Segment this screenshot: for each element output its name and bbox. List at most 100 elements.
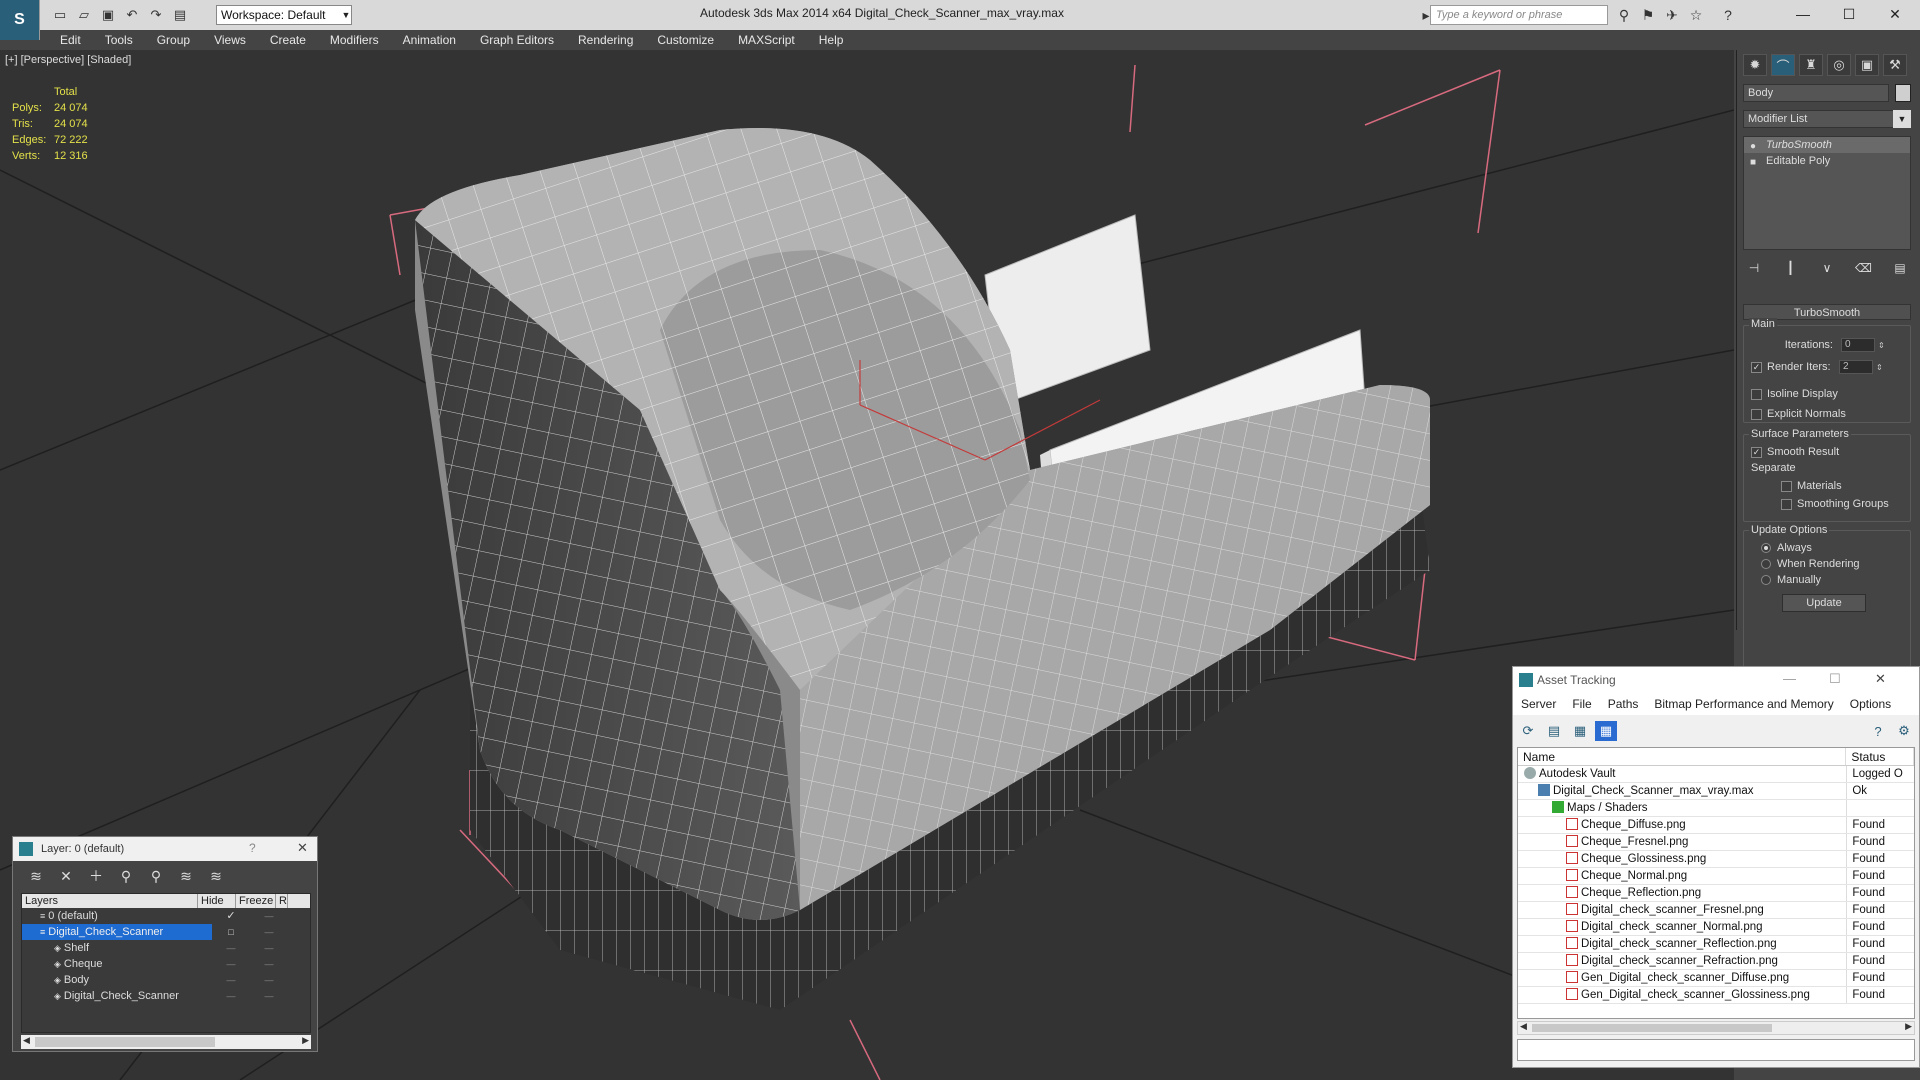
render-iters-checkbox[interactable]: ✓ <box>1751 361 1762 373</box>
list-view-icon[interactable]: ▤ <box>1543 721 1565 741</box>
make-unique-icon[interactable]: ∨ <box>1816 258 1838 278</box>
asset-row[interactable]: Digital_check_scanner_Normal.png Found <box>1518 919 1914 936</box>
hierarchy-tab-icon[interactable]: ♜ <box>1799 54 1823 76</box>
layer-panel-titlebar[interactable]: Layer: 0 (default) <box>13 837 317 861</box>
menu-views[interactable]: Views <box>202 30 258 50</box>
column-hide[interactable]: Hide <box>198 894 236 908</box>
chevron-right-icon[interactable]: ▶ <box>302 1035 309 1046</box>
pin-stack-icon[interactable]: ⊣ <box>1743 258 1765 278</box>
hide-toggle[interactable]: — <box>212 972 250 988</box>
project-folder-icon[interactable]: ▤ <box>170 5 190 25</box>
stack-item-editable-poly[interactable]: ■ Editable Poly <box>1744 153 1910 169</box>
menu-bitmap-performance[interactable]: Bitmap Performance and Memory <box>1646 697 1841 711</box>
delete-layer-icon[interactable]: ✕ <box>51 865 81 887</box>
hide-toggle[interactable]: — <box>212 940 250 956</box>
motion-tab-icon[interactable]: ◎ <box>1827 54 1851 76</box>
app-logo-icon[interactable]: S <box>0 0 40 40</box>
menu-options[interactable]: Options <box>1842 697 1899 711</box>
help-icon[interactable]: ? <box>1718 6 1738 24</box>
smoothing-groups-checkbox[interactable] <box>1781 498 1792 510</box>
layer-row[interactable]: ◈ Shelf — — <box>22 940 310 956</box>
menu-server[interactable]: Server <box>1513 697 1564 711</box>
freeze-toggle[interactable]: — <box>250 940 288 956</box>
chevron-right-icon[interactable]: ▶ <box>1905 1021 1912 1032</box>
asset-row[interactable]: Cheque_Fresnel.png Found <box>1518 834 1914 851</box>
menu-edit[interactable]: Edit <box>48 30 93 50</box>
hide-toggle[interactable]: — <box>212 956 250 972</box>
add-layer-icon[interactable]: ＋ <box>81 865 111 887</box>
scrollbar-thumb[interactable] <box>35 1037 215 1047</box>
asset-row[interactable]: Gen_Digital_check_scanner_Glossiness.png… <box>1518 987 1914 1004</box>
hide-toggle[interactable]: □ <box>212 924 250 940</box>
menu-help[interactable]: Help <box>807 30 856 50</box>
menu-maxscript[interactable]: MAXScript <box>726 30 807 50</box>
layer-row[interactable]: ≡ Digital_Check_Scanner □ — <box>22 924 310 940</box>
configure-sets-icon[interactable]: ▤ <box>1889 258 1911 278</box>
scrollbar-thumb[interactable] <box>1532 1024 1772 1032</box>
search-input[interactable]: Type a keyword or phrase <box>1430 5 1608 25</box>
menu-paths[interactable]: Paths <box>1600 697 1647 711</box>
explicit-normals-checkbox[interactable] <box>1751 408 1762 420</box>
modify-tab-icon[interactable]: ⌒ <box>1771 54 1795 76</box>
menu-file[interactable]: File <box>1564 697 1599 711</box>
asset-row[interactable]: Digital_Check_Scanner_max_vray.max Ok <box>1518 783 1914 800</box>
column-layers[interactable]: Layers <box>22 894 198 908</box>
spinner-arrows-icon[interactable]: ⇕ <box>1878 341 1885 350</box>
chevron-down-icon[interactable]: ▼ <box>340 5 352 25</box>
chevron-down-icon[interactable]: ▼ <box>1893 110 1911 128</box>
iterations-spinner[interactable]: 0 <box>1841 338 1875 352</box>
asset-horizontal-scrollbar[interactable]: ◀ ▶ <box>1517 1021 1915 1035</box>
asset-row[interactable]: Maps / Shaders <box>1518 800 1914 817</box>
update-button[interactable]: Update <box>1782 594 1866 612</box>
asset-row[interactable]: Cheque_Reflection.png Found <box>1518 885 1914 902</box>
thumbnail-view-icon[interactable]: ▦ <box>1569 721 1591 741</box>
asset-row[interactable]: Autodesk Vault Logged O <box>1518 766 1914 783</box>
refresh-icon[interactable]: ⟳ <box>1517 721 1539 741</box>
help-icon[interactable]: ? <box>249 841 256 855</box>
close-icon[interactable]: ✕ <box>1872 0 1918 28</box>
menu-rendering[interactable]: Rendering <box>566 30 645 50</box>
column-status[interactable]: Status <box>1846 748 1914 765</box>
when-rendering-radio[interactable] <box>1761 559 1771 569</box>
menu-graph-editors[interactable]: Graph Editors <box>468 30 566 50</box>
isoline-checkbox[interactable] <box>1751 388 1762 400</box>
menu-tools[interactable]: Tools <box>93 30 145 50</box>
expand-box-icon[interactable]: ■ <box>1750 155 1756 171</box>
layer-row[interactable]: ◈ Body — — <box>22 972 310 988</box>
menu-animation[interactable]: Animation <box>391 30 468 50</box>
favorites-star-icon[interactable]: ☆ <box>1686 6 1706 24</box>
help-icon[interactable]: ? <box>1867 721 1889 741</box>
hide-toggle[interactable]: — <box>212 988 250 1004</box>
chevron-left-icon[interactable]: ◀ <box>1520 1021 1527 1032</box>
freeze-toggle[interactable]: — <box>250 988 288 1004</box>
modifier-list-dropdown[interactable]: Modifier List <box>1743 110 1911 128</box>
freeze-all-icon[interactable]: ≋ <box>201 865 231 887</box>
create-tab-icon[interactable]: ✹ <box>1743 54 1767 76</box>
close-icon[interactable]: ✕ <box>297 840 308 856</box>
viewport-label[interactable]: [+] [Perspective] [Shaded] <box>5 54 131 66</box>
smooth-result-checkbox[interactable]: ✓ <box>1751 446 1762 458</box>
layer-row[interactable]: ≡ 0 (default) ✓ — <box>22 908 310 924</box>
stack-item-turbosmooth[interactable]: ● TurboSmooth <box>1744 137 1910 153</box>
satellite-icon[interactable]: ✈ <box>1662 6 1682 24</box>
highlight-layer-icon[interactable]: ⚲ <box>141 865 171 887</box>
asset-row[interactable]: Gen_Digital_check_scanner_Diffuse.png Fou… <box>1518 970 1914 987</box>
hide-all-icon[interactable]: ≋ <box>171 865 201 887</box>
open-file-icon[interactable]: ▱ <box>74 5 94 25</box>
communication-center-icon[interactable]: ⚑ <box>1638 6 1658 24</box>
undo-icon[interactable]: ↶ <box>122 5 142 25</box>
select-objects-icon[interactable]: ⚲ <box>111 865 141 887</box>
binoculars-icon[interactable]: ⚲ <box>1614 6 1634 24</box>
layer-row[interactable]: ◈ Digital_Check_Scanner — — <box>22 988 310 1004</box>
object-color-swatch[interactable] <box>1895 84 1911 102</box>
save-icon[interactable]: ▣ <box>98 5 118 25</box>
maximize-icon[interactable]: ☐ <box>1829 671 1841 687</box>
utilities-tab-icon[interactable]: ⚒ <box>1883 54 1907 76</box>
asset-tracking-titlebar[interactable]: Asset Tracking <box>1513 667 1919 693</box>
asset-row[interactable]: Cheque_Diffuse.png Found <box>1518 817 1914 834</box>
settings-icon[interactable]: ⚙ <box>1893 721 1915 741</box>
close-icon[interactable]: ✕ <box>1875 671 1886 687</box>
always-radio[interactable] <box>1761 543 1771 553</box>
freeze-toggle[interactable]: — <box>250 972 288 988</box>
asset-row[interactable]: Cheque_Glossiness.png Found <box>1518 851 1914 868</box>
